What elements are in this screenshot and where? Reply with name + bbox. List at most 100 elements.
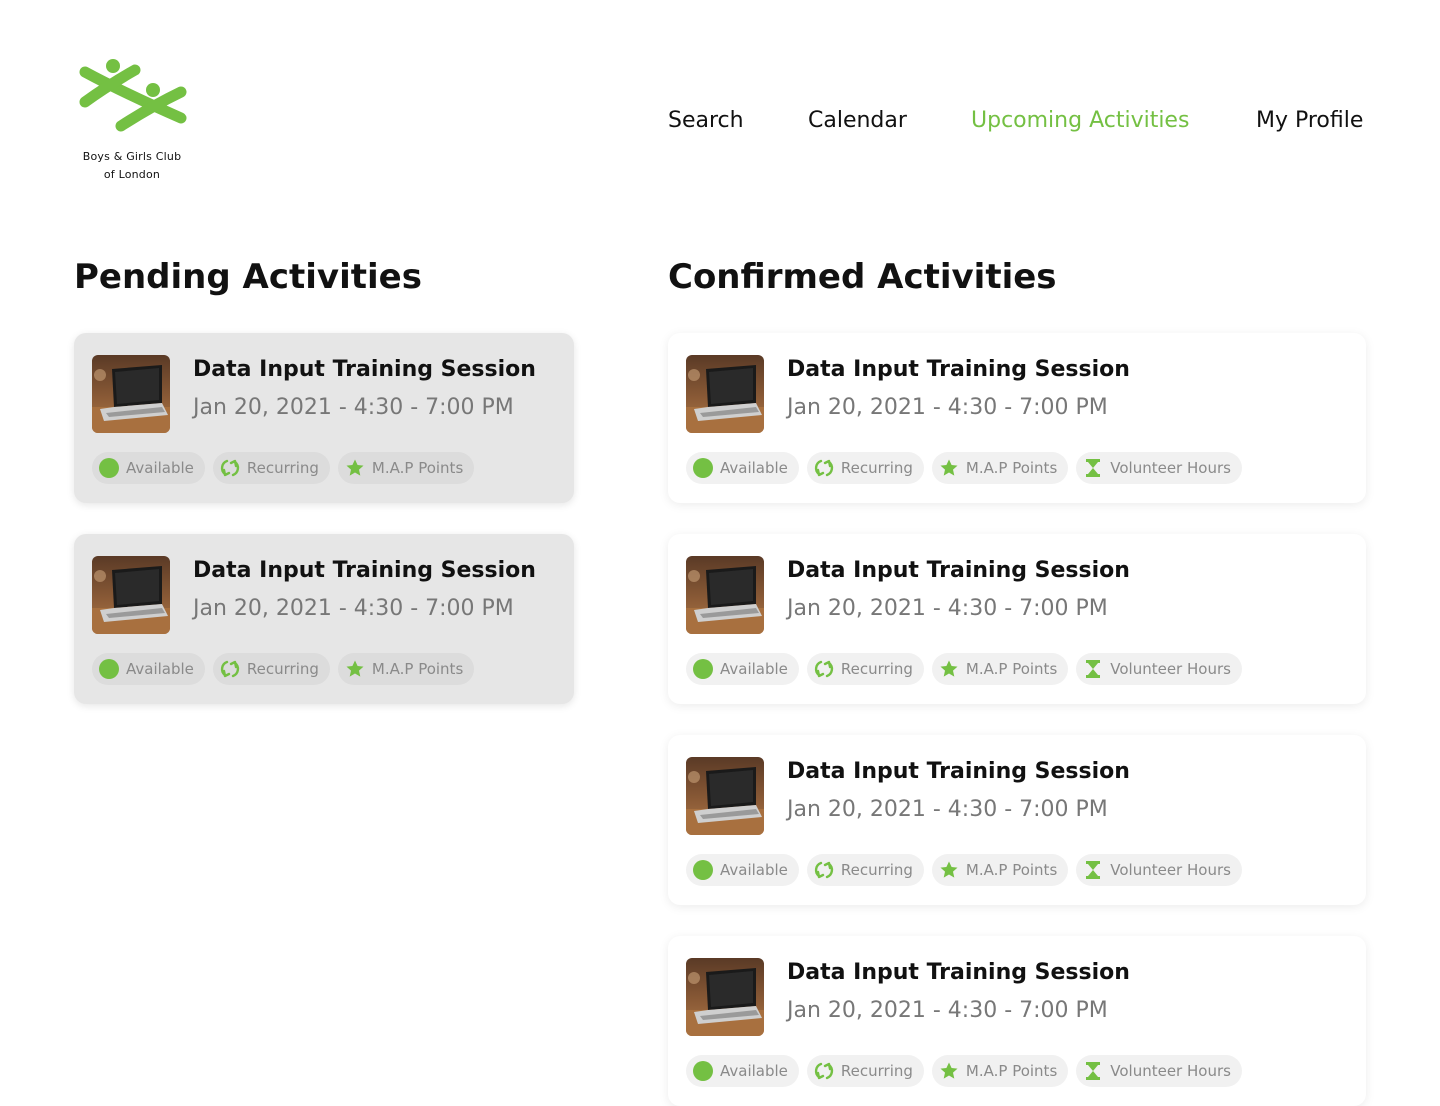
pending-activity-card[interactable]: Data Input Training Session Jan 20, 2021 … [74,534,574,704]
green-dot-icon [98,658,120,680]
star-icon [938,658,960,680]
tag-label: Volunteer Hours [1110,1062,1231,1080]
tag-label: Recurring [840,660,913,678]
tag-recurring: Recurring [212,452,330,484]
star-icon [938,457,960,479]
tag-available: Available [686,1055,799,1087]
activity-thumbnail [92,355,170,433]
activity-title: Data Input Training Session [787,759,1130,784]
tag-label: Recurring [840,861,913,879]
tag-available: Available [686,452,799,484]
activity-tags: Available Recurring M.A.P Points Volunteer … [686,1055,1242,1087]
nav-search[interactable]: Search [668,108,744,133]
brand-name-line1: Boys & Girls Club [82,150,182,163]
activity-tags: Available Recurring M.A.P Points [92,452,475,484]
tag-volunteer-hours: Volunteer Hours [1076,452,1242,484]
tag-m-a-p-points: M.A.P Points [931,1055,1069,1087]
activity-datetime: Jan 20, 2021 - 4:30 - 7:00 PM [193,395,514,420]
tag-label: M.A.P Points [965,1062,1058,1080]
tag-label: M.A.P Points [371,459,464,477]
nav-my-profile[interactable]: My Profile [1256,108,1363,133]
tag-label: Volunteer Hours [1110,660,1231,678]
activity-tags: Available Recurring M.A.P Points Volunteer … [686,854,1242,886]
brand-name: Boys & Girls Club of London [72,148,192,184]
activity-title: Data Input Training Session [193,558,536,583]
activity-thumbnail [92,556,170,634]
tag-label: M.A.P Points [371,660,464,678]
top-nav: Search Calendar Upcoming Activities My P… [0,108,1440,138]
activity-thumbnail [686,556,764,634]
recurring-icon [813,658,835,680]
tag-label: Available [720,660,788,678]
tag-label: M.A.P Points [965,861,1058,879]
tag-available: Available [686,854,799,886]
tag-label: Recurring [840,1062,913,1080]
tag-volunteer-hours: Volunteer Hours [1076,1055,1242,1087]
activity-tags: Available Recurring M.A.P Points Volunteer … [686,653,1242,685]
tag-label: M.A.P Points [965,459,1058,477]
confirmed-activity-card[interactable]: Data Input Training Session Jan 20, 2021 … [668,333,1366,503]
pending-activities-heading: Pending Activities [74,257,422,297]
tag-m-a-p-points: M.A.P Points [337,452,475,484]
star-icon [938,1060,960,1082]
nav-upcoming-activities[interactable]: Upcoming Activities [971,108,1189,133]
green-dot-icon [692,457,714,479]
tag-available: Available [92,653,205,685]
confirmed-activity-card[interactable]: Data Input Training Session Jan 20, 2021 … [668,735,1366,905]
tag-label: Available [720,459,788,477]
tag-recurring: Recurring [806,854,924,886]
tag-m-a-p-points: M.A.P Points [931,452,1069,484]
activity-datetime: Jan 20, 2021 - 4:30 - 7:00 PM [193,596,514,621]
tag-label: Recurring [246,660,319,678]
tag-label: Available [720,1062,788,1080]
activity-title: Data Input Training Session [193,357,536,382]
hourglass-icon [1082,457,1104,479]
tag-label: Volunteer Hours [1110,459,1231,477]
tag-recurring: Recurring [806,1055,924,1087]
activity-thumbnail [686,958,764,1036]
activity-datetime: Jan 20, 2021 - 4:30 - 7:00 PM [787,596,1108,621]
tag-available: Available [686,653,799,685]
green-dot-icon [692,658,714,680]
tag-label: Available [126,660,194,678]
tag-label: Recurring [246,459,319,477]
activity-thumbnail [686,355,764,433]
activity-tags: Available Recurring M.A.P Points [92,653,475,685]
activity-datetime: Jan 20, 2021 - 4:30 - 7:00 PM [787,797,1108,822]
tag-volunteer-hours: Volunteer Hours [1076,854,1242,886]
hourglass-icon [1082,1060,1104,1082]
tag-label: M.A.P Points [965,660,1058,678]
tag-recurring: Recurring [212,653,330,685]
star-icon [344,658,366,680]
activity-datetime: Jan 20, 2021 - 4:30 - 7:00 PM [787,395,1108,420]
hourglass-icon [1082,658,1104,680]
green-dot-icon [692,1060,714,1082]
confirmed-activities-heading: Confirmed Activities [668,257,1057,297]
tag-recurring: Recurring [806,452,924,484]
recurring-icon [219,457,241,479]
tag-recurring: Recurring [806,653,924,685]
activity-thumbnail [686,757,764,835]
tag-m-a-p-points: M.A.P Points [931,854,1069,886]
star-icon [344,457,366,479]
recurring-icon [813,1060,835,1082]
activity-title: Data Input Training Session [787,960,1130,985]
confirmed-activity-card[interactable]: Data Input Training Session Jan 20, 2021 … [668,534,1366,704]
confirmed-activity-card[interactable]: Data Input Training Session Jan 20, 2021 … [668,936,1366,1106]
tag-volunteer-hours: Volunteer Hours [1076,653,1242,685]
green-dot-icon [692,859,714,881]
nav-calendar[interactable]: Calendar [808,108,907,133]
star-icon [938,859,960,881]
activity-title: Data Input Training Session [787,558,1130,583]
recurring-icon [813,457,835,479]
activity-tags: Available Recurring M.A.P Points Volunteer … [686,452,1242,484]
tag-available: Available [92,452,205,484]
tag-m-a-p-points: M.A.P Points [337,653,475,685]
tag-label: Volunteer Hours [1110,861,1231,879]
hourglass-icon [1082,859,1104,881]
pending-activity-card[interactable]: Data Input Training Session Jan 20, 2021 … [74,333,574,503]
recurring-icon [219,658,241,680]
tag-label: Available [126,459,194,477]
activity-datetime: Jan 20, 2021 - 4:30 - 7:00 PM [787,998,1108,1023]
green-dot-icon [98,457,120,479]
